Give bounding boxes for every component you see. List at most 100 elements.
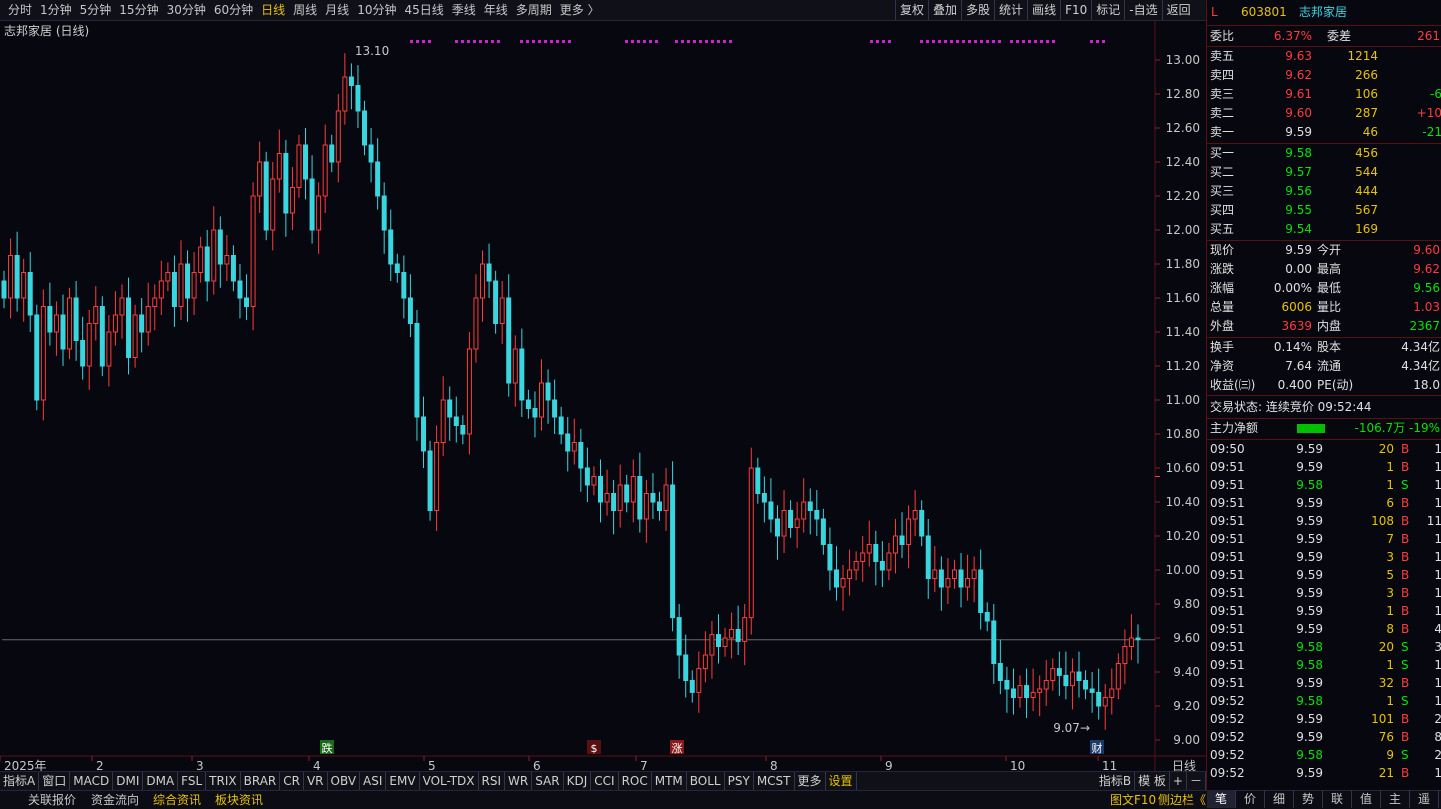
period-tab[interactable]: 60分钟 — [210, 0, 257, 20]
panel-tab[interactable]: 笔 — [1207, 790, 1236, 808]
indicator-tab[interactable]: WR — [505, 772, 533, 791]
x-tick-label: 7 — [640, 759, 648, 771]
tool-button[interactable]: 多股 — [961, 0, 994, 20]
sidebar-toggle[interactable]: 侧边栏《 — [1158, 791, 1206, 809]
signal-dot — [980, 40, 983, 43]
indicator-tab[interactable]: EMV — [386, 772, 420, 791]
divider — [1207, 395, 1441, 396]
bid-volume: 444 — [1355, 184, 1378, 198]
panel-tab[interactable]: 遥 — [1410, 790, 1439, 808]
indicator-tab[interactable]: RSI — [479, 772, 506, 791]
period-tab[interactable]: 多周期 — [512, 0, 556, 20]
tool-button[interactable]: 复权 — [895, 0, 928, 20]
indicator-tab[interactable]: KDJ — [564, 772, 592, 791]
quote-value: 0.00% — [1273, 281, 1312, 295]
indicator-tab[interactable]: SAR — [532, 772, 564, 791]
signal-dot — [675, 40, 678, 43]
tool-button[interactable]: 标记 — [1091, 0, 1124, 20]
indicator-tab[interactable]: MTM — [652, 772, 687, 791]
x-tick-label: 10 — [1010, 759, 1025, 771]
indicator-tab[interactable]: DMA — [143, 772, 179, 791]
tool-button[interactable]: 返回 — [1161, 0, 1195, 20]
indicator-tab[interactable]: CCI — [591, 772, 619, 791]
panel-tab[interactable]: 细 — [1265, 790, 1294, 808]
period-tab[interactable]: 更多 〉 — [556, 0, 604, 20]
panel-tab[interactable]: 联 — [1323, 790, 1352, 808]
candle-body — [112, 314, 118, 333]
signal-dot — [637, 40, 640, 43]
indicator-tab[interactable]: DMI — [113, 772, 144, 791]
panel-tab[interactable]: 价 — [1236, 790, 1265, 808]
indicator-right-button[interactable]: 指标B — [1096, 772, 1136, 791]
tool-button[interactable]: -自选 — [1124, 0, 1161, 20]
period-tab[interactable]: 15分钟 — [115, 0, 162, 20]
tick-time: 09:51 — [1210, 604, 1245, 618]
candle-body — [670, 484, 676, 619]
tool-button[interactable]: F10 — [1060, 0, 1091, 20]
period-tab[interactable]: 分时 — [4, 0, 36, 20]
period-tab[interactable]: 30分钟 — [163, 0, 210, 20]
sector-news-link[interactable]: 板块资讯 — [215, 791, 263, 809]
tick-price: 9.58 — [1296, 478, 1323, 492]
indicator-tab[interactable]: VR — [304, 772, 328, 791]
indicator-tab[interactable]: 设置 — [826, 772, 857, 791]
period-tab[interactable]: 日线 — [257, 0, 289, 20]
candle-body — [847, 569, 853, 579]
indicator-tab[interactable]: ROC — [619, 772, 652, 791]
period-tab[interactable]: 5分钟 — [76, 0, 116, 20]
indicator-tab[interactable]: BRAR — [241, 772, 281, 791]
tick-row: 09:51 9.59 3 B 1 — [1207, 584, 1441, 603]
related-quote-link[interactable]: 关联报价 — [28, 791, 76, 809]
indicator-tab[interactable]: 更多 — [795, 772, 826, 791]
indicator-tab[interactable]: MACD — [70, 772, 114, 791]
indicator-tab[interactable]: BOLL — [687, 772, 725, 791]
indicator-tab[interactable]: OBV — [328, 772, 361, 791]
f10-link[interactable]: 图文F10 — [1110, 791, 1156, 809]
fund-flow-link[interactable]: 资金流向 — [91, 791, 139, 809]
tool-button[interactable]: 画线 — [1027, 0, 1060, 20]
indicator-right-button[interactable]: － — [1187, 772, 1206, 791]
indicator-tab[interactable]: ASI — [360, 772, 387, 791]
indicator-tab[interactable]: VOL-TDX — [420, 772, 479, 791]
period-tab[interactable]: 45日线 — [400, 0, 447, 20]
period-tab[interactable]: 10分钟 — [353, 0, 400, 20]
indicator-right-button[interactable]: 模 板 — [1135, 772, 1170, 791]
candle-body — [388, 229, 394, 265]
candle-body — [991, 620, 997, 664]
period-tab[interactable]: 月线 — [321, 0, 353, 20]
period-tab[interactable]: 周线 — [289, 0, 321, 20]
kline-chart[interactable]: 13.00 12.80 12.60 12.40 12.20 12.00 11.80 11.60… — [0, 20, 1206, 771]
tool-button[interactable]: 统计 — [994, 0, 1027, 20]
indicator-tab[interactable]: 指标A — [0, 772, 40, 791]
indicator-tab[interactable]: 窗口 — [39, 772, 71, 791]
panel-tab[interactable]: 势 — [1294, 790, 1323, 808]
period-tab[interactable]: 年线 — [480, 0, 512, 20]
indicator-right-button[interactable]: + — [1170, 772, 1187, 791]
quote-value: 9.62 — [1413, 262, 1440, 276]
panel-tab[interactable]: 值 — [1352, 790, 1381, 808]
indicator-tab[interactable]: CR — [280, 772, 304, 791]
period-tab[interactable]: 1分钟 — [36, 0, 76, 20]
candle-body — [945, 578, 951, 588]
tick-row: 09:52 9.59 101 B 2 — [1207, 710, 1441, 729]
indicator-tab[interactable]: PSY — [725, 772, 754, 791]
candle-body — [244, 297, 250, 307]
tool-button[interactable]: 叠加 — [928, 0, 961, 20]
weibi-label: 委比 — [1210, 29, 1235, 43]
signal-dot — [1090, 40, 1093, 43]
indicator-tab[interactable]: FSL — [178, 772, 207, 791]
indicator-tab[interactable]: MCST — [754, 772, 795, 791]
signal-dot — [1022, 40, 1025, 43]
candle-body — [794, 518, 800, 528]
panel-tab[interactable]: 主 — [1381, 790, 1410, 808]
indicator-tab[interactable]: TRIX — [206, 772, 241, 791]
ask-row: 卖三 9.61 106 -6 — [1207, 85, 1441, 104]
x-tick-label: 2 — [96, 759, 104, 771]
candle-body — [427, 450, 433, 511]
period-tab[interactable]: 季线 — [448, 0, 480, 20]
news-link[interactable]: 综合资讯 — [153, 791, 201, 809]
tick-row: 09:50 9.59 20 B 1 — [1207, 440, 1441, 459]
signal-dot — [1034, 40, 1037, 43]
candle-body — [296, 144, 302, 188]
tick-volume: 76 — [1378, 730, 1394, 744]
